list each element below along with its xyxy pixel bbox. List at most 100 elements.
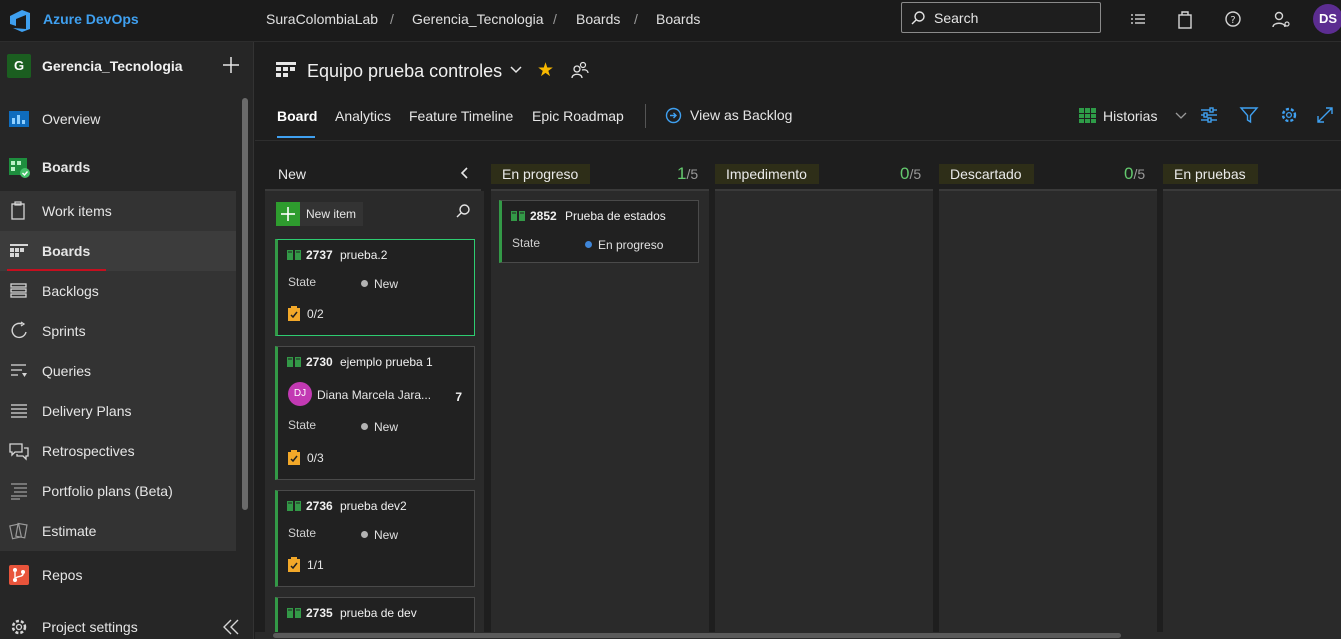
breadcrumb-boards-current[interactable]: Boards <box>656 11 700 27</box>
sidebar-item-boards[interactable]: Boards <box>0 231 236 271</box>
arrow-circle-right-icon[interactable] <box>665 107 682 124</box>
work-item-card-2852[interactable]: 2852 Prueba de estados State En progreso <box>499 200 699 263</box>
team-selector-title[interactable]: Equipo prueba controles <box>307 61 502 82</box>
project-name[interactable]: Gerencia_Tecnologia <box>42 58 183 74</box>
estimate-cards-icon <box>9 522 28 540</box>
card-state-value[interactable]: En progreso <box>598 238 663 252</box>
fullscreen-expand-icon[interactable] <box>1315 105 1335 125</box>
active-tab-indicator <box>277 136 315 138</box>
search-icon[interactable] <box>455 203 471 219</box>
new-plus-icon[interactable] <box>220 54 242 76</box>
card-field-label: State <box>512 236 541 250</box>
task-clipboard-icon <box>288 557 300 572</box>
breadcrumb-separator: / <box>634 11 638 27</box>
work-item-card-2730[interactable]: 2730 ejemplo prueba 1 DJ Diana Marcela J… <box>275 346 475 480</box>
new-item-button[interactable]: New item <box>276 202 363 226</box>
filter-icon[interactable] <box>1239 105 1259 125</box>
column-descartado <box>939 191 1157 639</box>
card-state-value[interactable]: New <box>374 528 398 542</box>
column-wip-count: 1/5 <box>677 164 699 183</box>
card-title[interactable]: prueba dev2 <box>340 499 407 513</box>
card-field-label: State <box>288 418 317 432</box>
tab-feature-timeline[interactable]: Feature Timeline <box>409 108 513 124</box>
help-icon[interactable]: ? <box>1222 9 1244 31</box>
breadcrumb-boards[interactable]: Boards <box>576 11 620 27</box>
sidebar-item-sprints[interactable]: Sprints <box>0 311 236 351</box>
sidebar-item-project-settings[interactable]: Project settings <box>0 607 236 639</box>
chevron-down-icon[interactable] <box>1175 112 1187 120</box>
search-box[interactable] <box>901 2 1101 33</box>
card-title[interactable]: ejemplo prueba 1 <box>340 355 433 369</box>
avatar: DJ <box>288 382 312 406</box>
sidebar-item-label: Sprints <box>42 323 86 339</box>
card-state-value[interactable]: New <box>374 277 398 291</box>
column-title: En progreso <box>491 164 591 184</box>
breadcrumb-separator: / <box>553 11 557 27</box>
user-settings-icon[interactable] <box>1270 9 1292 31</box>
sidebar-item-label: Boards <box>42 243 91 259</box>
retrospectives-icon <box>9 443 29 461</box>
view-as-backlog-button[interactable]: View as Backlog <box>690 107 792 123</box>
sidebar-item-queries[interactable]: Queries <box>0 351 236 391</box>
user-story-book-icon <box>287 250 301 260</box>
card-assignee[interactable]: Diana Marcela Jara... <box>317 388 431 402</box>
sidebar-item-label: Work items <box>42 203 112 219</box>
column-header-impedimento: Impedimento 0/5 <box>715 164 933 192</box>
tab-epic-roadmap[interactable]: Epic Roadmap <box>532 108 624 124</box>
card-title[interactable]: prueba.2 <box>340 248 387 262</box>
sidebar: G Gerencia_Tecnologia Overview Boards Wo… <box>0 42 254 639</box>
card-id: 2730 <box>306 355 333 369</box>
backlogs-icon <box>10 283 27 298</box>
state-dot <box>361 280 368 287</box>
sidebar-item-retrospectives[interactable]: Retrospectives <box>0 431 236 471</box>
toolbar-divider <box>645 104 646 128</box>
column-header-new: New <box>265 164 481 192</box>
breadcrumb-organization[interactable]: SuraColombiaLab <box>266 11 378 27</box>
card-state-value[interactable]: New <box>374 420 398 434</box>
brand-name[interactable]: Azure DevOps <box>43 11 139 27</box>
sidebar-item-boards-hub[interactable]: Boards <box>0 147 236 187</box>
chevron-down-icon[interactable] <box>509 65 523 75</box>
sidebar-item-overview[interactable]: Overview <box>0 99 236 139</box>
breadcrumb-project[interactable]: Gerencia_Tecnologia <box>412 11 544 27</box>
sidebar-item-portfolio-plans[interactable]: Portfolio plans (Beta) <box>0 471 236 511</box>
card-title[interactable]: Prueba de estados <box>565 209 666 223</box>
portfolio-plans-icon <box>11 483 27 500</box>
column-wip-count: 0/5 <box>900 164 922 183</box>
work-items-icon <box>11 201 25 220</box>
marketplace-bag-icon[interactable] <box>1174 9 1196 31</box>
favorite-star-icon[interactable]: ★ <box>537 59 554 82</box>
project-avatar[interactable]: G <box>7 54 31 78</box>
tab-board[interactable]: Board <box>277 108 317 124</box>
sidebar-item-label: Backlogs <box>42 283 99 299</box>
search-input[interactable] <box>934 9 1094 27</box>
backlog-level-selector[interactable]: Historias <box>1103 108 1157 124</box>
plus-icon <box>276 202 300 226</box>
chevron-left-icon[interactable] <box>459 166 471 180</box>
collapse-sidebar-icon[interactable] <box>220 616 242 638</box>
header-divider <box>255 140 1341 141</box>
gear-icon[interactable] <box>1279 105 1299 125</box>
sidebar-item-work-items[interactable]: Work items <box>0 191 236 231</box>
view-options-sliders-icon[interactable] <box>1199 105 1219 125</box>
sidebar-item-backlogs[interactable]: Backlogs <box>0 271 236 311</box>
board-grid-icon <box>10 244 28 257</box>
sidebar-scrollbar[interactable] <box>242 98 248 510</box>
queries-icon <box>11 364 27 377</box>
work-item-card-2737[interactable]: 2737 prueba.2 State New 0/2 <box>275 239 475 336</box>
task-clipboard-icon <box>288 306 300 321</box>
card-id: 2736 <box>306 499 333 513</box>
work-item-card-2736[interactable]: 2736 prueba dev2 State New 1/1 <box>275 490 475 587</box>
tab-analytics[interactable]: Analytics <box>335 108 391 124</box>
card-title[interactable]: prueba de dev <box>340 606 417 620</box>
team-members-icon[interactable] <box>571 61 589 79</box>
sidebar-item-estimate[interactable]: Estimate <box>0 511 236 551</box>
column-en-pruebas <box>1163 191 1341 639</box>
user-avatar[interactable]: DS <box>1313 4 1341 34</box>
column-title: En pruebas <box>1163 164 1258 184</box>
sidebar-item-repos[interactable]: Repos <box>0 555 236 595</box>
settings-list-icon[interactable] <box>1127 9 1149 31</box>
azure-devops-logo-icon[interactable] <box>8 8 34 34</box>
scrollbar-thumb[interactable] <box>273 633 1121 638</box>
sidebar-item-delivery-plans[interactable]: Delivery Plans <box>0 391 236 431</box>
